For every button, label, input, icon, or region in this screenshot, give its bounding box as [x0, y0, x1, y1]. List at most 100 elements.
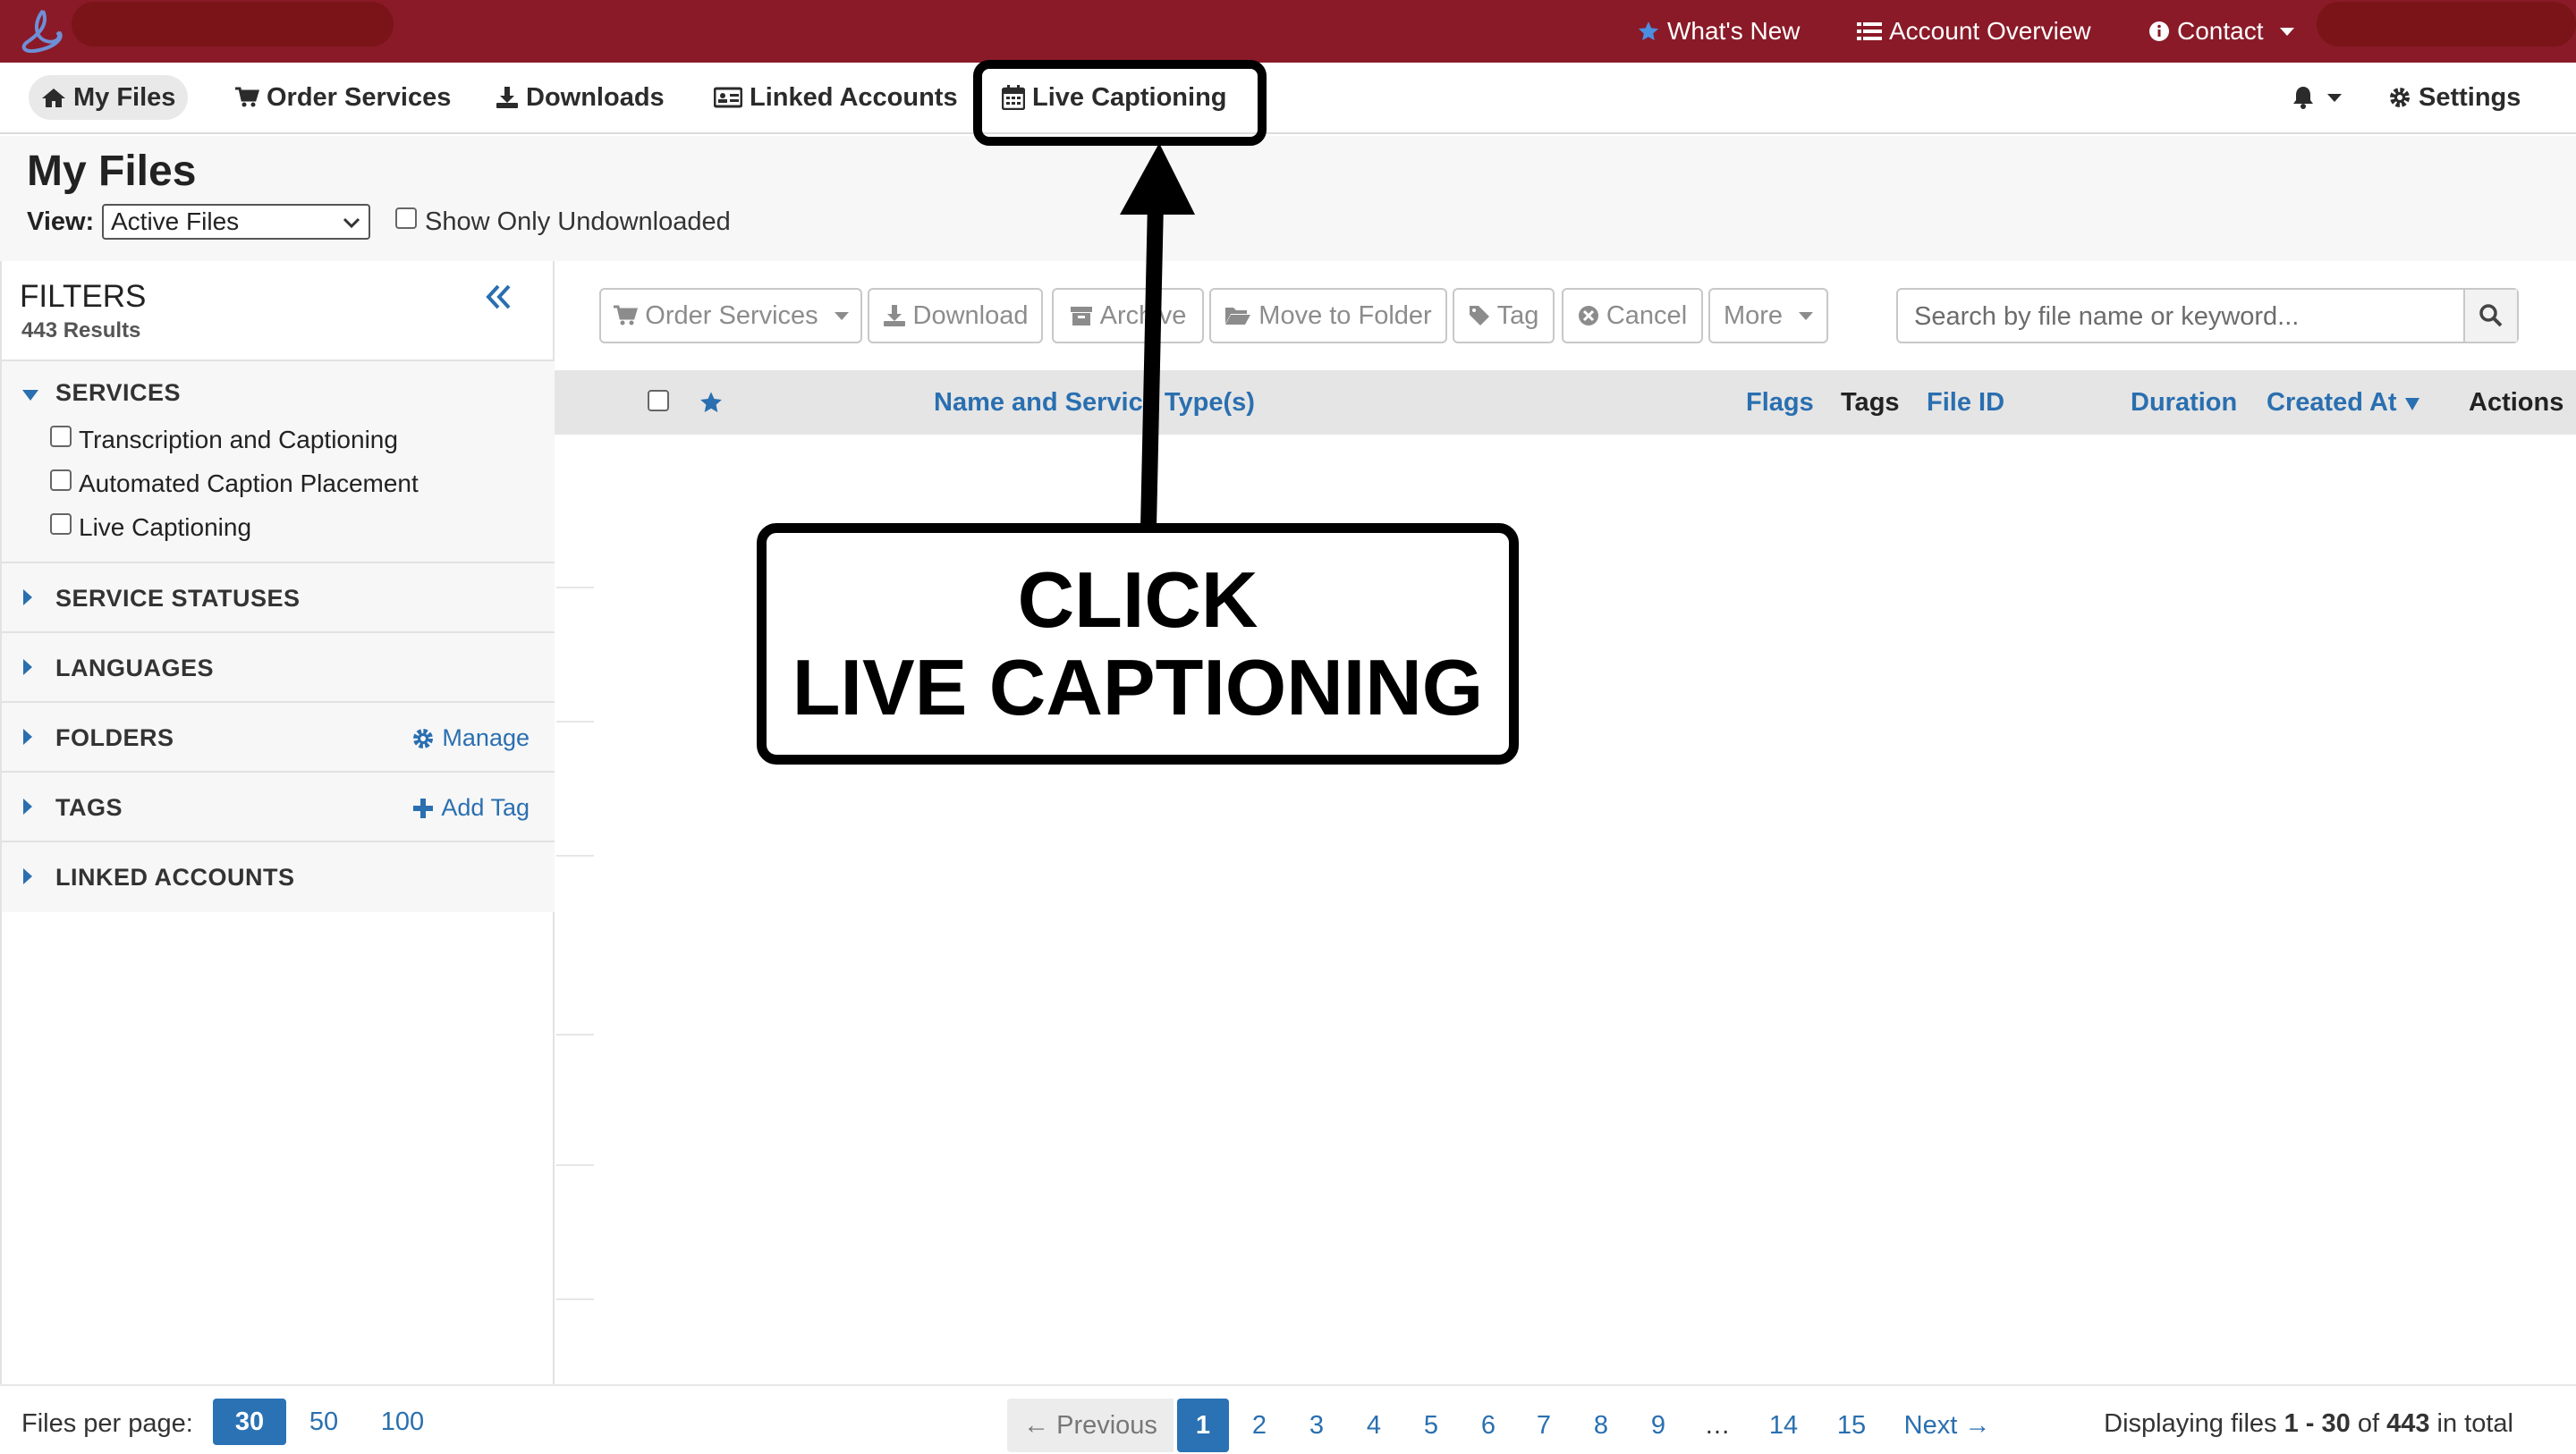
pagination-footer: Files per page: 30 50 100 ← Previous 1 2… [0, 1384, 2576, 1454]
download-icon [883, 305, 905, 326]
chevron-down-icon [343, 217, 360, 229]
company-logo[interactable] [16, 5, 70, 57]
folder-open-icon [1225, 308, 1251, 325]
per-page-option-30[interactable]: 30 [213, 1399, 286, 1445]
filters-title: FILTERS [20, 279, 147, 314]
results-count: 443 Results [21, 318, 141, 342]
page-9[interactable]: 9 [1633, 1399, 1683, 1452]
account-overview-link[interactable]: Account Overview [1857, 0, 2091, 63]
nav-linked-accounts[interactable]: Linked Accounts [701, 75, 970, 120]
cart-icon [614, 305, 639, 325]
add-tag-link[interactable]: Add Tag [412, 794, 530, 822]
archive-button[interactable]: Archive [1052, 288, 1204, 343]
page-1[interactable]: 1 [1177, 1399, 1229, 1452]
filter-section-service-statuses[interactable]: SERVICE STATUSES [2, 563, 555, 633]
filter-section-tags[interactable]: TAGS Add Tag [2, 773, 555, 842]
caret-down-icon[interactable] [21, 388, 39, 402]
per-page-option-50[interactable]: 50 [299, 1399, 349, 1445]
row-divider [556, 1298, 594, 1300]
download-button[interactable]: Download [868, 288, 1043, 343]
caret-right-icon [23, 799, 32, 815]
column-header-name[interactable]: Name and Service Type(s) [934, 388, 1255, 418]
plus-icon [413, 798, 434, 818]
contact-dropdown[interactable]: Contact [2148, 0, 2294, 63]
nav-order-services[interactable]: Order Services [222, 75, 463, 120]
nav-downloads[interactable]: Downloads [483, 75, 677, 120]
download-icon [496, 87, 518, 108]
manage-folders-link[interactable]: Manage [411, 724, 530, 752]
view-select[interactable]: Active Files [102, 204, 370, 240]
page-5[interactable]: 5 [1406, 1399, 1456, 1452]
page-ellipsis: … [1704, 1411, 1731, 1440]
gear-icon [413, 728, 434, 748]
move-to-folder-button[interactable]: Move to Folder [1209, 288, 1447, 343]
tag-icon [1469, 306, 1489, 325]
star-icon[interactable] [698, 390, 724, 415]
callout-line-1: CLICK [1017, 555, 1258, 644]
filter-section-folders[interactable]: FOLDERS Manage [2, 703, 555, 773]
show-only-undownloaded-checkbox[interactable] [395, 207, 417, 229]
select-all-checkbox[interactable] [648, 390, 669, 411]
page-6[interactable]: 6 [1463, 1399, 1513, 1452]
filter-checkbox-automated-caption[interactable] [50, 469, 72, 491]
search-input[interactable]: Search by file name or keyword... [1914, 302, 2299, 332]
tag-button[interactable]: Tag [1453, 288, 1555, 343]
display-range: 1 - 30 [2284, 1409, 2351, 1438]
search-button[interactable] [2463, 290, 2517, 342]
redacted-account-name [72, 2, 394, 46]
bell-icon [2293, 87, 2313, 109]
column-header-file-id[interactable]: File ID [1927, 388, 2004, 418]
whats-new-label: What's New [1667, 17, 1801, 45]
filter-services-title[interactable]: SERVICES [55, 379, 181, 407]
order-services-button[interactable]: Order Services [599, 288, 862, 343]
chevron-down-icon [1799, 311, 1814, 320]
more-button[interactable]: More [1708, 288, 1828, 343]
caret-right-icon [23, 729, 32, 745]
filter-languages-title: LANGUAGES [55, 655, 215, 681]
page-15[interactable]: 15 [1823, 1399, 1880, 1452]
per-page-option-100[interactable]: 100 [370, 1399, 435, 1445]
filter-checkbox-live-captioning[interactable] [50, 513, 72, 535]
caret-right-icon [23, 589, 32, 605]
column-header-duration[interactable]: Duration [2131, 388, 2237, 418]
filter-checkbox-transcription[interactable] [50, 426, 72, 447]
filter-section-linked-accounts[interactable]: LINKED ACCOUNTS [2, 842, 555, 912]
whats-new-link[interactable]: What's New [1637, 0, 1801, 63]
column-header-created-at[interactable]: Created At [2267, 388, 2420, 418]
column-header-flags[interactable]: Flags [1746, 388, 1814, 418]
main-nav: My Files Order Services Downloads Linked… [0, 63, 2576, 134]
nav-settings-label: Settings [2419, 83, 2521, 112]
display-count: Displaying files 1 - 30 of 443 in total [2104, 1409, 2513, 1439]
cancel-button[interactable]: Cancel [1562, 288, 1703, 343]
filter-section-languages[interactable]: LANGUAGES [2, 633, 555, 703]
collapse-sidebar-icon[interactable] [485, 283, 513, 311]
previous-page-button[interactable]: ← Previous [1007, 1399, 1174, 1452]
notifications-dropdown[interactable] [2279, 75, 2354, 120]
list-icon [1857, 22, 1882, 40]
column-header-created-at-label: Created At [2267, 388, 2397, 417]
page-8[interactable]: 8 [1576, 1399, 1626, 1452]
cancel-circle-icon [1578, 306, 1598, 325]
page-2[interactable]: 2 [1234, 1399, 1284, 1452]
page-7[interactable]: 7 [1519, 1399, 1569, 1452]
next-page-button[interactable]: Next → [1898, 1399, 1996, 1452]
caret-right-icon [23, 868, 32, 884]
gear-icon [2390, 88, 2410, 107]
filter-service-statuses-title: SERVICE STATUSES [55, 585, 301, 612]
filter-folders-title: FOLDERS [55, 724, 174, 751]
manage-folders-label: Manage [442, 724, 530, 751]
nav-settings[interactable]: Settings [2376, 75, 2533, 120]
page-14[interactable]: 14 [1755, 1399, 1812, 1452]
display-suffix: in total [2429, 1409, 2513, 1438]
nav-my-files[interactable]: My Files [29, 75, 189, 120]
move-to-folder-button-label: Move to Folder [1258, 300, 1432, 330]
filters-header: FILTERS 443 Results [2, 261, 555, 361]
order-services-button-label: Order Services [645, 300, 818, 330]
page-3[interactable]: 3 [1292, 1399, 1342, 1452]
page-4[interactable]: 4 [1349, 1399, 1399, 1452]
nav-my-files-label: My Files [73, 83, 176, 112]
account-overview-label: Account Overview [1889, 17, 2091, 45]
files-table-header: Name and Service Type(s) Flags Tags File… [555, 370, 2576, 435]
row-divider [556, 855, 594, 857]
home-icon [42, 89, 65, 107]
